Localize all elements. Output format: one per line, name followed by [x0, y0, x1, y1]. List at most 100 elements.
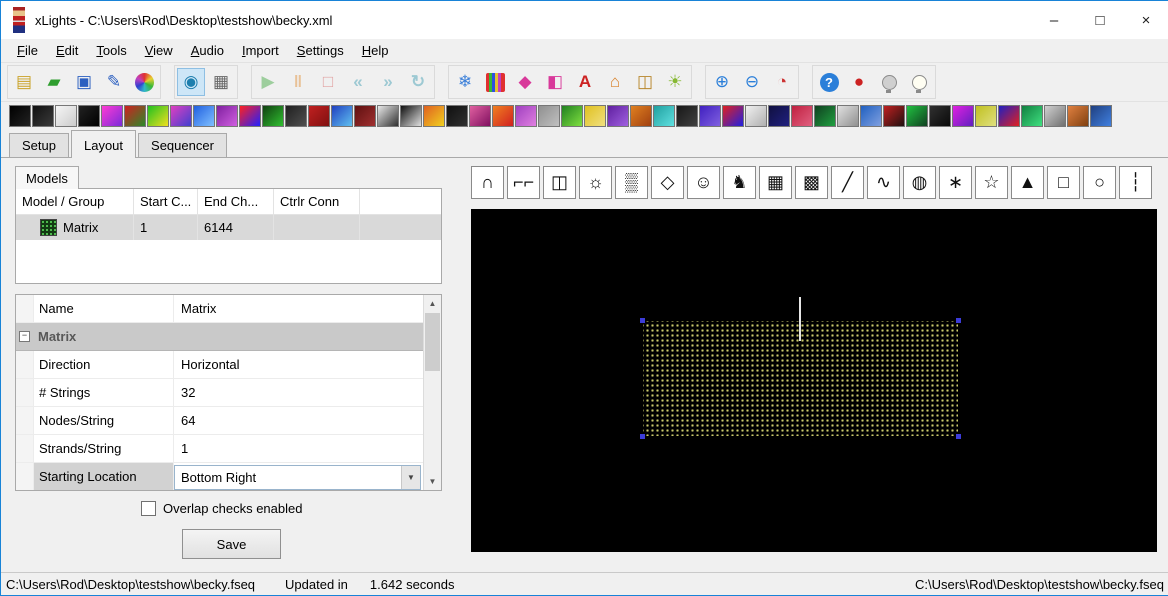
effect-icon-28[interactable]	[630, 104, 652, 127]
scroll-up-icon[interactable]: ▲	[424, 295, 441, 312]
menu-settings[interactable]: Settings	[289, 41, 352, 60]
column-start-channel[interactable]: Start C...	[134, 189, 198, 214]
render-all-icon[interactable]: ◔	[768, 68, 796, 96]
effect-icon-27[interactable]	[607, 104, 629, 127]
model-row-matrix[interactable]: Matrix 1 6144	[16, 215, 441, 240]
go-to-end-icon[interactable]: »	[374, 68, 402, 96]
rewind-icon[interactable]: «	[344, 68, 372, 96]
property-value-combo[interactable]: Bottom Right ▼	[174, 465, 421, 490]
effect-icon-33[interactable]	[745, 104, 767, 127]
singing-face-icon[interactable]: ☺	[687, 165, 720, 199]
close-icon[interactable]: ×	[1123, 1, 1168, 39]
effect-icon-14[interactable]	[308, 104, 330, 127]
font-icon[interactable]: A	[571, 68, 599, 96]
effect-icon-12[interactable]	[262, 104, 284, 127]
effect-icon-24[interactable]	[538, 104, 560, 127]
star-icon[interactable]: ☆	[975, 165, 1008, 199]
effect-icon-39[interactable]	[883, 104, 905, 127]
effect-icon-15[interactable]	[331, 104, 353, 127]
property-value[interactable]: Horizontal	[174, 351, 424, 378]
menu-file[interactable]: File	[9, 41, 46, 60]
effect-icon-2[interactable]	[32, 104, 54, 127]
property-row-starting-location[interactable]: Starting Location Bottom Right ▼	[16, 463, 424, 490]
new-sequence-icon[interactable]: ▤	[10, 68, 38, 96]
effect-icon-3[interactable]	[55, 104, 77, 127]
play-icon[interactable]: ▶	[254, 68, 282, 96]
stop-now-icon[interactable]: ●	[845, 68, 873, 96]
effect-icon-45[interactable]	[1021, 104, 1043, 127]
frame-icon[interactable]: □	[1047, 165, 1080, 199]
circle-model-icon[interactable]: ○	[1083, 165, 1116, 199]
save-as-icon[interactable]: ✎	[100, 68, 128, 96]
tab-sequencer[interactable]: Sequencer	[138, 133, 227, 157]
menu-view[interactable]: View	[137, 41, 181, 60]
sun-icon[interactable]: ☀	[661, 68, 689, 96]
menu-help[interactable]: Help	[354, 41, 397, 60]
effect-icon-36[interactable]	[814, 104, 836, 127]
title-bar[interactable]: xLights - C:\Users\Rod\Desktop\testshow\…	[1, 1, 1168, 39]
effect-icon-46[interactable]	[1044, 104, 1066, 127]
model-box-icon[interactable]: ◫	[631, 68, 659, 96]
maximize-icon[interactable]: □	[1077, 1, 1123, 39]
effect-icon-22[interactable]	[492, 104, 514, 127]
menu-tools[interactable]: Tools	[88, 41, 134, 60]
effect-icon-4[interactable]	[78, 104, 100, 127]
poly-line-icon[interactable]: ∿	[867, 165, 900, 199]
palette-icon[interactable]	[130, 68, 158, 96]
matrix-model[interactable]	[640, 297, 961, 439]
effect-icon-16[interactable]	[354, 104, 376, 127]
house-preview-icon[interactable]: ⌂	[601, 68, 629, 96]
lights-off-icon[interactable]	[875, 68, 903, 96]
property-row-strings[interactable]: # Strings 32	[16, 379, 424, 407]
reindeer-icon[interactable]: ♞	[723, 165, 756, 199]
icicles-icon[interactable]: ┆	[1119, 165, 1152, 199]
effect-icon-26[interactable]	[584, 104, 606, 127]
effect-icon-23[interactable]	[515, 104, 537, 127]
effect-icon-42[interactable]	[952, 104, 974, 127]
effect-icon-18[interactable]	[400, 104, 422, 127]
effect-icon-38[interactable]	[860, 104, 882, 127]
circle-icon[interactable]: ☼	[579, 165, 612, 199]
effect-icon-32[interactable]	[722, 104, 744, 127]
stop-icon[interactable]: □	[314, 68, 342, 96]
effect-icon-9[interactable]	[193, 104, 215, 127]
tab-layout[interactable]: Layout	[70, 130, 137, 158]
effect-icon-19[interactable]	[423, 104, 445, 127]
effect-icon-10[interactable]	[216, 104, 238, 127]
help-icon[interactable]: ?	[815, 68, 843, 96]
property-row-matrix[interactable]: − Matrix	[16, 323, 424, 351]
menu-audio[interactable]: Audio	[183, 41, 232, 60]
property-row-direction[interactable]: Direction Horizontal	[16, 351, 424, 379]
column-model-group[interactable]: Model / Group	[16, 189, 134, 214]
scroll-down-icon[interactable]: ▼	[424, 473, 441, 490]
effect-icon-31[interactable]	[699, 104, 721, 127]
snowflake-icon[interactable]: ❄	[451, 68, 479, 96]
property-value[interactable]: Matrix	[174, 295, 424, 322]
effect-icon-29[interactable]	[653, 104, 675, 127]
spinner-icon[interactable]: ∗	[939, 165, 972, 199]
property-value[interactable]: 64	[174, 407, 424, 434]
property-row-nodes-string[interactable]: Nodes/String 64	[16, 407, 424, 435]
candy-cane-icon[interactable]: ⌐⌐	[507, 165, 540, 199]
scroll-thumb[interactable]	[425, 313, 440, 371]
effect-icon-48[interactable]	[1090, 104, 1112, 127]
resize-handle-top-left[interactable]	[640, 318, 645, 323]
effect-icon-37[interactable]	[837, 104, 859, 127]
effect-icon-13[interactable]	[285, 104, 307, 127]
effect-icon-7[interactable]	[147, 104, 169, 127]
scheduler-icon[interactable]: ▦	[207, 68, 235, 96]
effect-icon-6[interactable]	[124, 104, 146, 127]
column-end-channel[interactable]: End Ch...	[198, 189, 274, 214]
effect-icon-40[interactable]	[906, 104, 928, 127]
effect-icon-25[interactable]	[561, 104, 583, 127]
pause-icon[interactable]: ‖	[284, 68, 312, 96]
matrix-icon[interactable]: ▒	[615, 165, 648, 199]
effect-assist-icon[interactable]: ◧	[541, 68, 569, 96]
property-scrollbar[interactable]: ▲ ▼	[423, 295, 441, 490]
property-value[interactable]: 1	[174, 435, 424, 462]
effect-icon-11[interactable]	[239, 104, 261, 127]
resize-handle-top-right[interactable]	[956, 318, 961, 323]
dense-matrix-icon[interactable]: ▦	[759, 165, 792, 199]
effect-icon-47[interactable]	[1067, 104, 1089, 127]
models-panel-tab[interactable]: Models	[15, 166, 79, 189]
